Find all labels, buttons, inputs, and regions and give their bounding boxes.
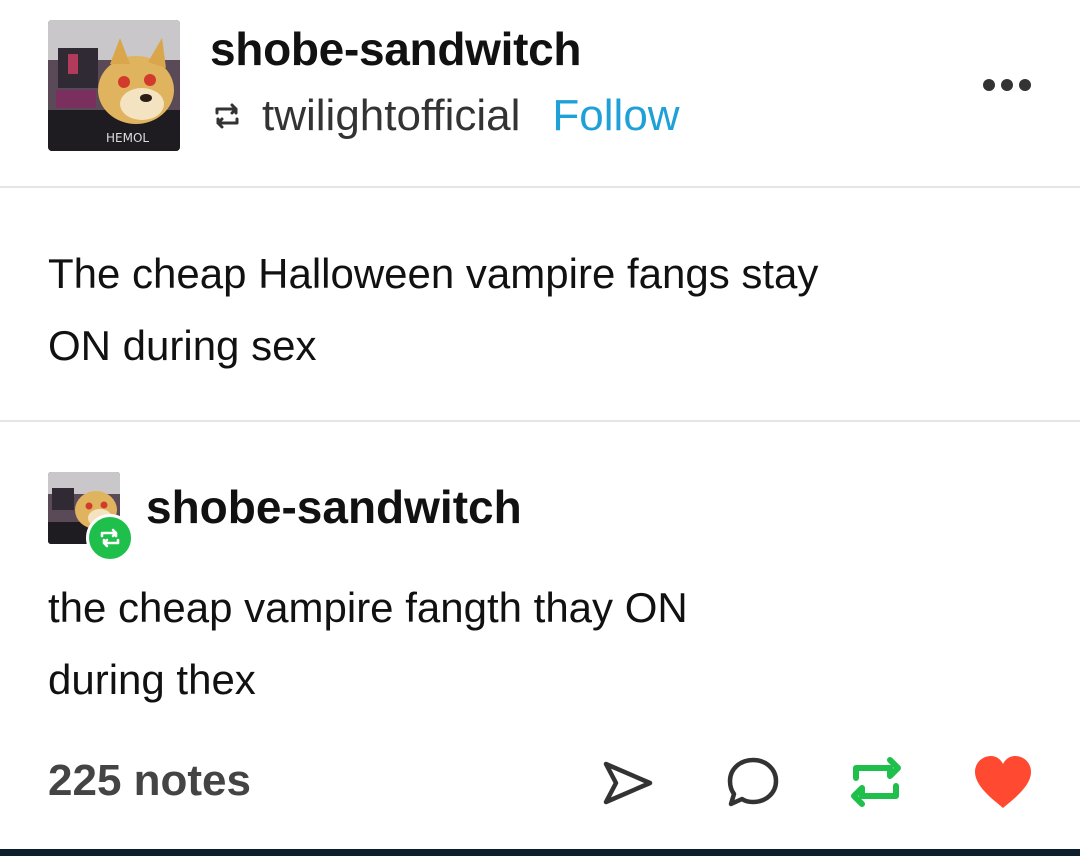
reblog-small-icon — [215, 103, 239, 129]
notes-count[interactable]: 225 notes — [48, 756, 251, 806]
reblog-source-line: twilightofficial Follow — [210, 88, 680, 144]
reblog-badge-icon — [100, 528, 120, 548]
reblog-divider — [0, 420, 1080, 422]
post-text-line: The cheap Halloween vampire fangs stay — [48, 250, 819, 297]
header-divider — [0, 186, 1080, 188]
svg-text:HEMOL: HEMOL — [106, 131, 149, 145]
reblog-badge — [86, 514, 134, 562]
reblog-text-line: during thex — [48, 656, 256, 703]
post-text-line: ON during sex — [48, 322, 317, 369]
follow-button[interactable]: Follow — [552, 91, 679, 141]
reblog-author-username[interactable]: shobe-sandwitch — [146, 480, 522, 534]
reply-icon[interactable] — [724, 754, 782, 810]
doge-avatar-image: HEMOL — [48, 20, 180, 151]
share-icon[interactable] — [600, 758, 656, 808]
post-author-username[interactable]: shobe-sandwitch — [210, 22, 582, 76]
reblogged-from-username[interactable]: twilightofficial — [262, 91, 520, 141]
tumblr-post: HEMOL shobe-sandwitch twilightofficial F… — [0, 0, 1080, 856]
reblog-icon[interactable] — [846, 756, 906, 808]
original-post-text: The cheap Halloween vampire fangs stay O… — [48, 238, 1028, 382]
like-heart-icon[interactable] — [972, 754, 1034, 810]
avatar[interactable]: HEMOL — [48, 20, 180, 151]
more-options-icon[interactable] — [980, 74, 1034, 96]
reblog-text-line: the cheap vampire fangth thay ON — [48, 584, 688, 631]
bottom-edge-bar — [0, 849, 1080, 856]
reblog-text: the cheap vampire fangth thay ON during … — [48, 572, 1028, 716]
